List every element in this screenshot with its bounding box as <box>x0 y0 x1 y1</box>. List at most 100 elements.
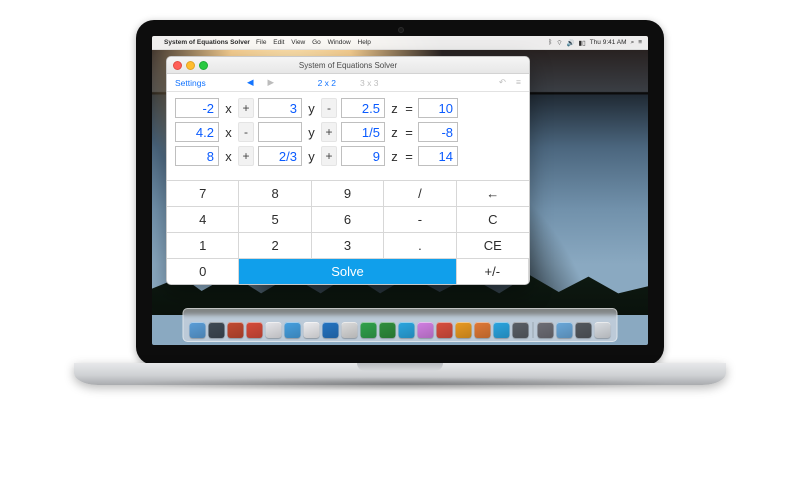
key-clear-entry[interactable]: CE <box>457 233 529 259</box>
equation-row: -2 x + 3 y - 2.5 z = 10 <box>175 98 521 118</box>
dock-app-icon[interactable] <box>557 322 573 338</box>
status-bluetooth-icon[interactable]: ᛒ <box>548 39 552 46</box>
coef-x-input[interactable]: -2 <box>175 98 219 118</box>
window-titlebar[interactable]: System of Equations Solver <box>167 57 529 74</box>
dock-app-icon[interactable] <box>456 322 472 338</box>
equation-row: 8 x + 2/3 y + 9 z = 14 <box>175 146 521 166</box>
dock-app-icon[interactable] <box>209 322 225 338</box>
operator-toggle[interactable]: - <box>238 122 254 142</box>
key-plus-minus[interactable]: +/- <box>457 259 529 284</box>
coef-z-input[interactable]: 1/5 <box>341 122 385 142</box>
key-4[interactable]: 4 <box>167 207 239 233</box>
notification-center-icon[interactable]: ≡ <box>638 39 642 46</box>
menu-window[interactable]: Window <box>328 39 351 46</box>
menu-go[interactable]: Go <box>312 39 321 46</box>
menu-view[interactable]: View <box>291 39 305 46</box>
key-2[interactable]: 2 <box>239 233 311 259</box>
dock-app-icon[interactable] <box>399 322 415 338</box>
solve-button[interactable]: Solve <box>239 259 456 284</box>
camera-dot <box>398 27 404 33</box>
operator-toggle[interactable]: + <box>238 146 254 166</box>
dock-app-icon[interactable] <box>190 322 206 338</box>
coef-y-input[interactable]: 3 <box>258 98 302 118</box>
key-7[interactable]: 7 <box>167 181 239 207</box>
mode-3x3-tab[interactable]: 3 x 3 <box>360 78 378 88</box>
operator-toggle[interactable]: + <box>321 122 337 142</box>
var-x-label: x <box>223 101 234 116</box>
var-y-label: y <box>306 149 317 164</box>
dock-app-icon[interactable] <box>538 322 554 338</box>
coef-x-input[interactable]: 8 <box>175 146 219 166</box>
dock-app-icon[interactable] <box>266 322 282 338</box>
dock-app-icon[interactable] <box>247 322 263 338</box>
status-volume-icon[interactable]: 🔊 <box>566 39 574 47</box>
key-8[interactable]: 8 <box>239 181 311 207</box>
dock-app-icon[interactable] <box>437 322 453 338</box>
dock-app-icon[interactable] <box>595 322 611 338</box>
var-y-label: y <box>306 125 317 140</box>
mac-dock[interactable] <box>183 308 618 342</box>
window-toolbar: Settings ◀ ▶ 2 x 2 3 x 3 ↶ ≡ <box>167 74 529 92</box>
var-z-label: z <box>389 149 400 164</box>
menu-file[interactable]: File <box>256 39 266 46</box>
key-9[interactable]: 9 <box>312 181 384 207</box>
coef-z-input[interactable]: 9 <box>341 146 385 166</box>
undo-icon[interactable]: ↶ <box>499 77 506 88</box>
key-divide[interactable]: / <box>384 181 456 207</box>
coef-x-input[interactable]: 4.2 <box>175 122 219 142</box>
dock-app-icon[interactable] <box>323 322 339 338</box>
dock-app-icon[interactable] <box>576 322 592 338</box>
dock-separator <box>533 322 534 338</box>
key-backspace[interactable]: ← <box>457 181 529 207</box>
coef-z-input[interactable]: 2.5 <box>341 98 385 118</box>
key-clear[interactable]: C <box>457 207 529 233</box>
equations-panel: -2 x + 3 y - 2.5 z = 10 <box>167 92 529 180</box>
coef-y-input[interactable]: 2/3 <box>258 146 302 166</box>
dock-app-icon[interactable] <box>361 322 377 338</box>
laptop-base <box>74 363 726 385</box>
dock-app-icon[interactable] <box>475 322 491 338</box>
dock-app-icon[interactable] <box>513 322 529 338</box>
key-6[interactable]: 6 <box>312 207 384 233</box>
spotlight-icon[interactable]: ⌕ <box>631 39 635 47</box>
rhs-input[interactable]: 10 <box>418 98 458 118</box>
coef-y-input[interactable] <box>258 122 302 142</box>
dock-app-icon[interactable] <box>380 322 396 338</box>
dock-app-icon[interactable] <box>342 322 358 338</box>
dock-app-icon[interactable] <box>304 322 320 338</box>
var-z-label: z <box>389 101 400 116</box>
menu-edit[interactable]: Edit <box>273 39 284 46</box>
mac-menubar[interactable]: System of Equations Solver File Edit Vie… <box>152 36 648 50</box>
operator-toggle[interactable]: + <box>238 98 254 118</box>
equation-row: 4.2 x - y + 1/5 z = -8 <box>175 122 521 142</box>
dock-app-icon[interactable] <box>228 322 244 338</box>
dock-app-icon[interactable] <box>494 322 510 338</box>
key-0[interactable]: 0 <box>167 259 239 284</box>
mode-2x2-tab[interactable]: 2 x 2 <box>318 78 336 88</box>
screen-bezel: System of Equations Solver File Edit Vie… <box>136 20 664 365</box>
rhs-input[interactable]: 14 <box>418 146 458 166</box>
key-5[interactable]: 5 <box>239 207 311 233</box>
operator-toggle[interactable]: - <box>321 98 337 118</box>
operator-toggle[interactable]: + <box>321 146 337 166</box>
status-wifi-icon[interactable]: ⌔ <box>556 38 562 47</box>
status-battery-icon[interactable]: ▮▯ <box>579 39 586 47</box>
dock-app-icon[interactable] <box>418 322 434 338</box>
rhs-input[interactable]: -8 <box>418 122 458 142</box>
menu-help[interactable]: Help <box>358 39 371 46</box>
numeric-keypad: 7 8 9 / ← 4 5 6 - C 1 2 3 . CE <box>167 180 529 284</box>
menu-icon[interactable]: ≡ <box>516 77 521 88</box>
var-x-label: x <box>223 149 234 164</box>
equals-label: = <box>404 125 414 140</box>
equals-label: = <box>404 101 414 116</box>
menubar-app-name[interactable]: System of Equations Solver <box>164 39 250 46</box>
menubar-clock[interactable]: Thu 9:41 AM <box>590 39 627 46</box>
menubar-menus[interactable]: File Edit View Go Window Help <box>256 39 376 46</box>
dock-app-icon[interactable] <box>285 322 301 338</box>
var-y-label: y <box>306 101 317 116</box>
key-decimal[interactable]: . <box>384 233 456 259</box>
screen: System of Equations Solver File Edit Vie… <box>152 36 648 345</box>
key-minus[interactable]: - <box>384 207 456 233</box>
key-1[interactable]: 1 <box>167 233 239 259</box>
key-3[interactable]: 3 <box>312 233 384 259</box>
